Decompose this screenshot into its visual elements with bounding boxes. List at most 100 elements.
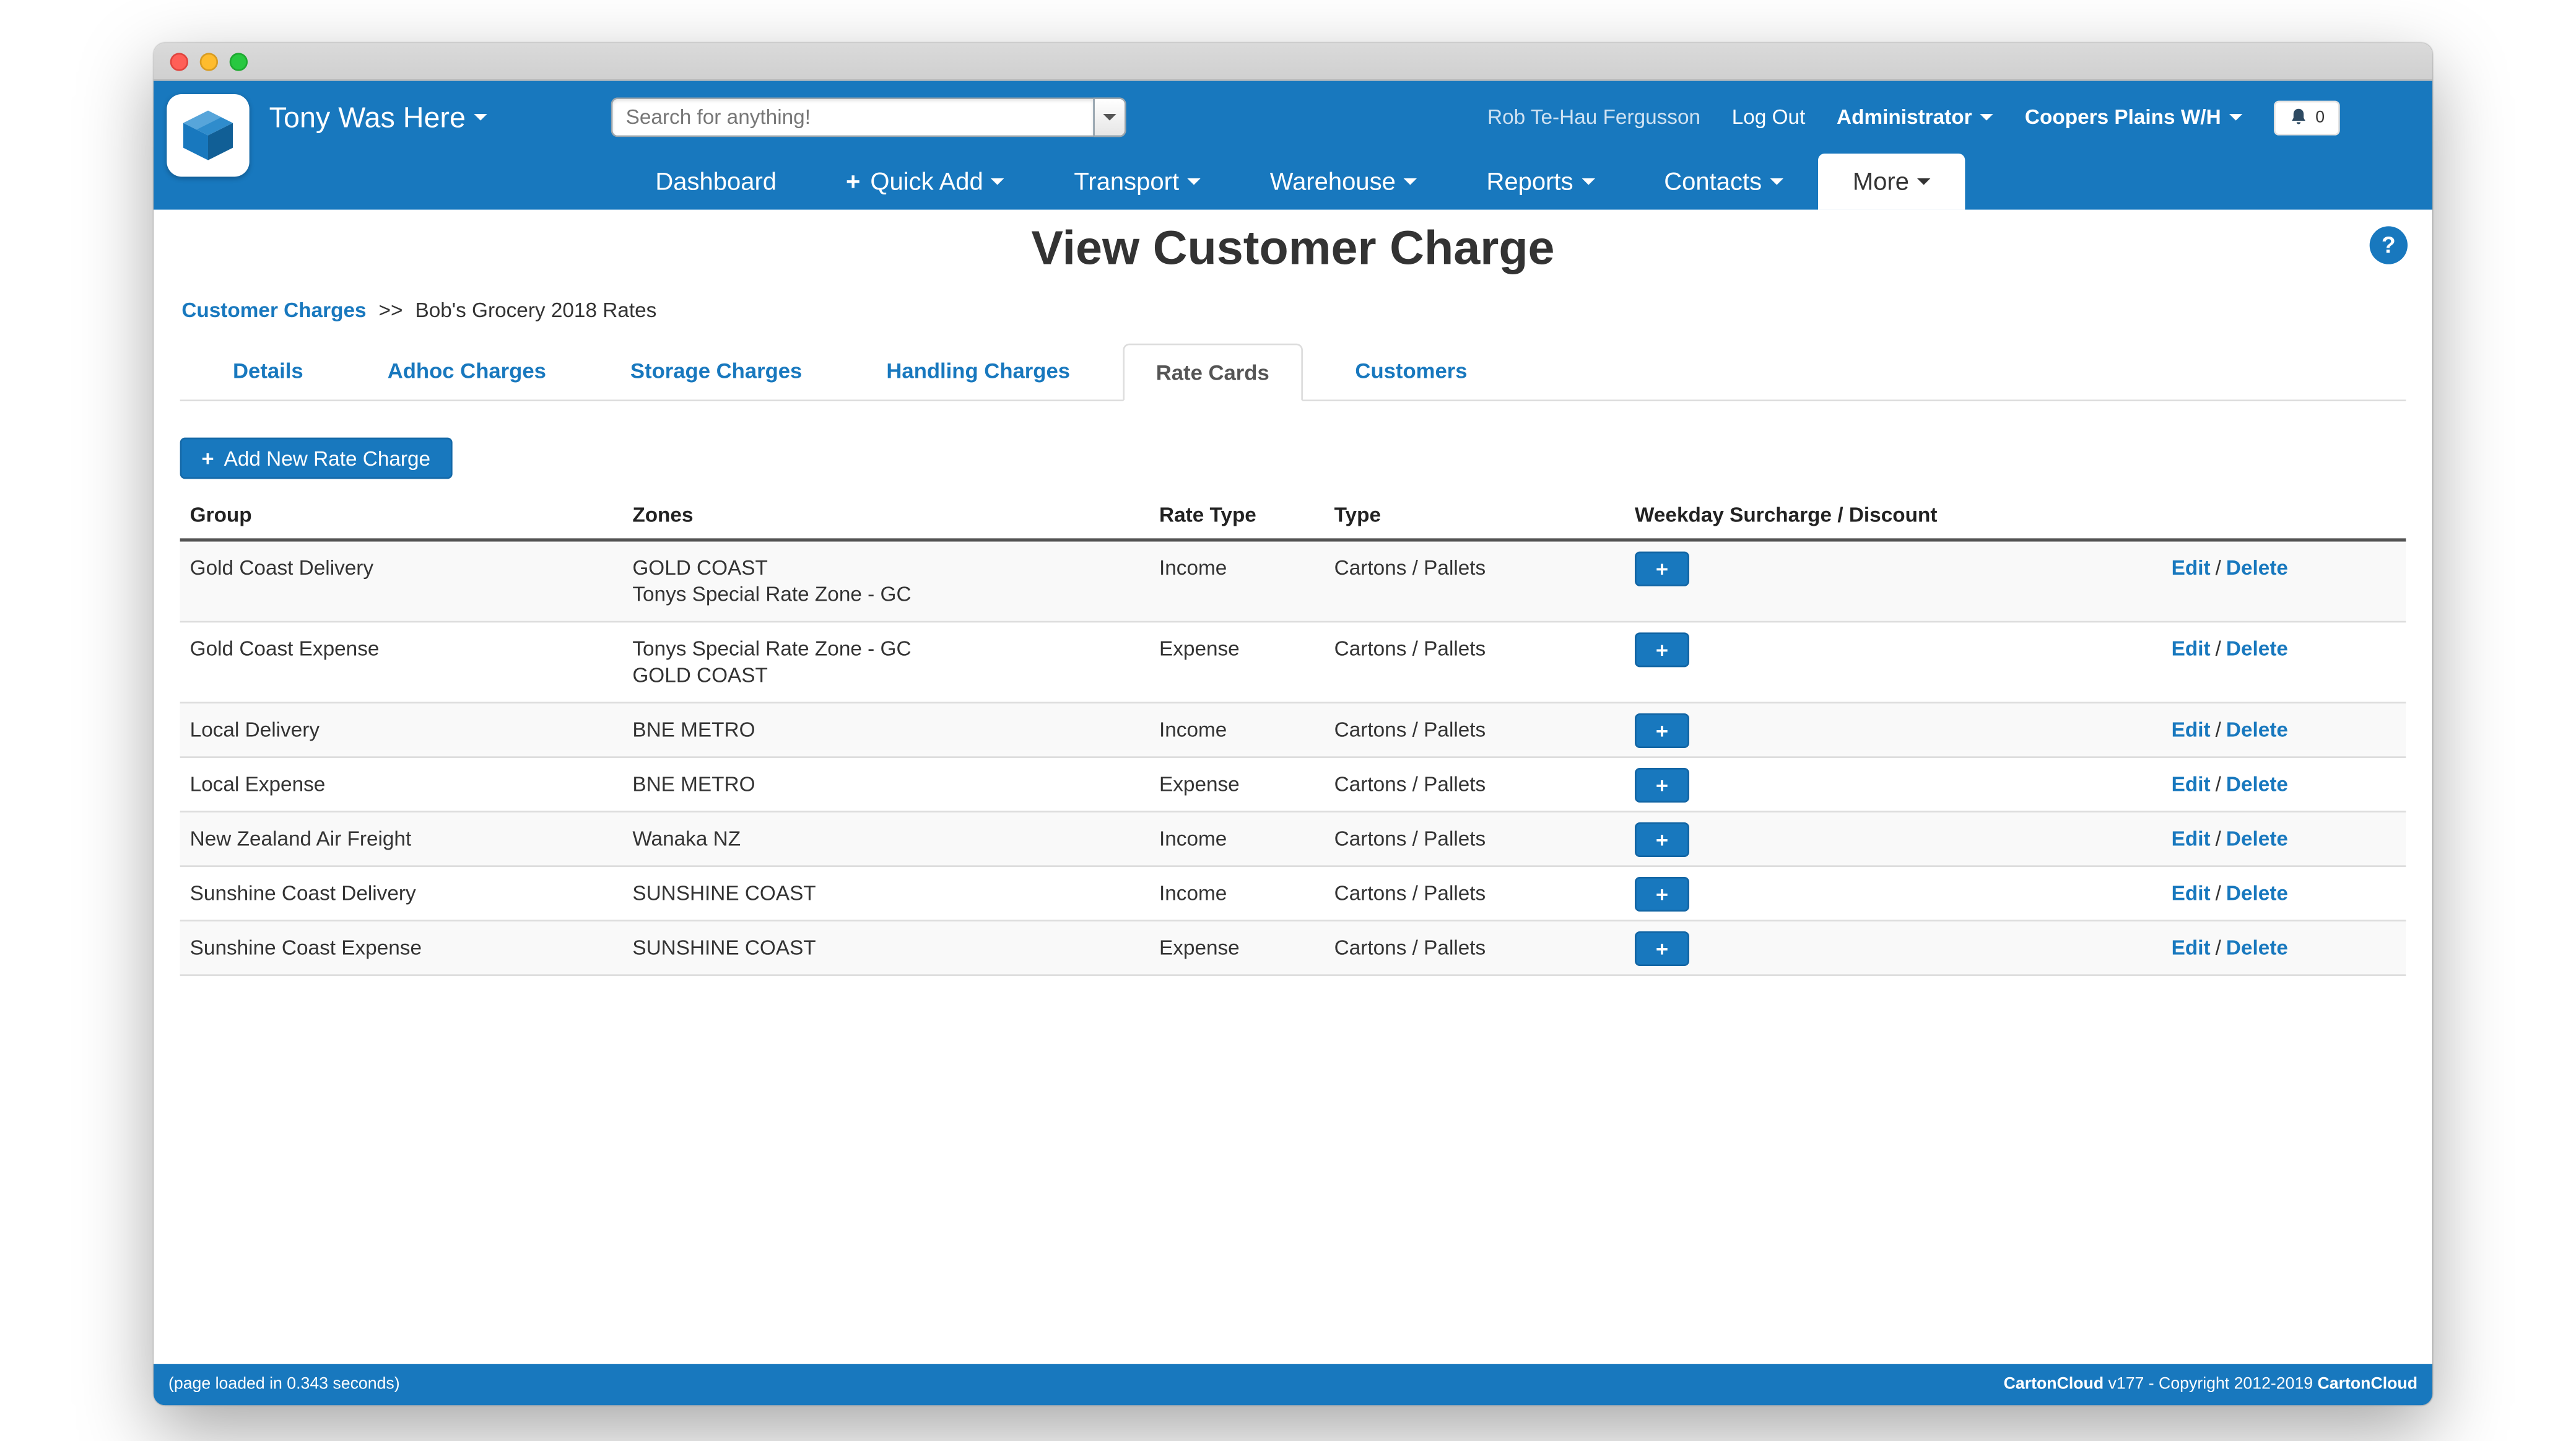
zones-cell: Wanaka NZ [622, 812, 1149, 865]
zone-line: BNE METRO [632, 773, 755, 796]
delete-link[interactable]: Delete [2226, 936, 2288, 959]
delete-link[interactable]: Delete [2226, 718, 2288, 741]
actions-cell: Edit / Delete [2162, 542, 2414, 621]
table-row: Gold Coast Delivery GOLD COAST Tonys Spe… [180, 541, 2406, 623]
type-cell: Cartons / Pallets [1334, 718, 1486, 742]
action-separator: / [2215, 773, 2221, 796]
breadcrumb-customer-charges-link[interactable]: Customer Charges [181, 299, 366, 322]
logout-link[interactable]: Log Out [1732, 106, 1806, 129]
app-window: Tony Was Here Rob Te-Hau Fergusson Log O… [154, 43, 2433, 1406]
tab-storage-charges[interactable]: Storage Charges [599, 344, 833, 400]
table-header-row: Group Zones Rate Type Type Weekday Surch… [180, 495, 2406, 542]
edit-link[interactable]: Edit [2172, 827, 2211, 850]
nav-dashboard[interactable]: Dashboard [620, 154, 811, 210]
breadcrumb: Customer Charges >> Bob's Grocery 2018 R… [180, 299, 2406, 322]
header-user-area: Rob Te-Hau Fergusson Log Out Administrat… [1487, 100, 2416, 135]
action-separator: / [2215, 882, 2221, 905]
type-cell: Cartons / Pallets [1334, 936, 1486, 960]
weekday-cell: + [1625, 812, 2162, 865]
delete-link[interactable]: Delete [2226, 557, 2288, 580]
group-cell: Gold Coast Delivery [189, 556, 374, 580]
add-weekday-surcharge-button[interactable]: + [1635, 551, 1690, 586]
nav-label: Contacts [1664, 167, 1762, 196]
table-row: Gold Coast Expense Tonys Special Rate Zo… [180, 622, 2406, 704]
delete-link[interactable]: Delete [2226, 827, 2288, 850]
zone-line: SUNSHINE COAST [632, 936, 816, 960]
nav-warehouse[interactable]: Warehouse [1235, 154, 1452, 210]
nav-label: Warehouse [1269, 167, 1396, 196]
notification-count: 0 [2315, 108, 2325, 127]
add-weekday-surcharge-button[interactable]: + [1635, 632, 1690, 668]
edit-link[interactable]: Edit [2172, 557, 2211, 580]
app-footer: (page loaded in 0.343 seconds) CartonClo… [154, 1364, 2433, 1406]
tab-details[interactable]: Details [201, 344, 334, 400]
search-input[interactable] [611, 97, 1094, 137]
global-search [611, 97, 1126, 137]
nav-label: Quick Add [870, 167, 983, 196]
breadcrumb-current: Bob's Grocery 2018 Rates [415, 298, 657, 323]
nav-reports[interactable]: Reports [1452, 154, 1630, 210]
search-dropdown-button[interactable] [1093, 97, 1126, 137]
zones-cell: BNE METRO [622, 758, 1149, 811]
zone-line: BNE METRO [632, 718, 755, 742]
add-weekday-surcharge-button[interactable]: + [1635, 713, 1690, 749]
add-new-rate-charge-button[interactable]: + Add New Rate Charge [180, 437, 452, 479]
table-row: Local Delivery BNE METRO Income Cartons … [180, 703, 2406, 759]
weekday-cell: + [1625, 542, 2162, 621]
brand-label: Tony Was Here [269, 100, 466, 133]
group-cell: New Zealand Air Freight [189, 827, 412, 851]
weekday-cell: + [1625, 758, 2162, 811]
add-weekday-surcharge-button[interactable]: + [1635, 877, 1690, 912]
administrator-menu[interactable]: Administrator [1837, 106, 1994, 129]
zone-line: Tonys Special Rate Zone - GC [632, 583, 912, 606]
table-body: Gold Coast Delivery GOLD COAST Tonys Spe… [180, 541, 2406, 977]
delete-link[interactable]: Delete [2226, 637, 2288, 660]
app-header: Tony Was Here Rob Te-Hau Fergusson Log O… [154, 81, 2433, 210]
edit-link[interactable]: Edit [2172, 718, 2211, 741]
zone-line: Wanaka NZ [632, 827, 741, 851]
help-icon[interactable]: ? [2369, 226, 2408, 264]
nav-more[interactable]: More [1817, 154, 1965, 210]
edit-link[interactable]: Edit [2172, 936, 2211, 959]
edit-link[interactable]: Edit [2172, 773, 2211, 796]
chevron-down-icon [1980, 114, 1994, 121]
action-separator: / [2215, 556, 2221, 580]
zoom-window-button[interactable] [229, 52, 248, 71]
cartoncloud-logo[interactable] [167, 94, 250, 177]
notifications-button[interactable]: 0 [2274, 100, 2340, 135]
table-row: Local Expense BNE METRO Expense Cartons … [180, 758, 2406, 813]
minimize-window-button[interactable] [199, 52, 219, 71]
rate-type-cell: Expense [1159, 637, 1240, 661]
tab-rate-cards[interactable]: Rate Cards [1123, 343, 1303, 402]
chevron-down-icon [1404, 178, 1417, 185]
add-weekday-surcharge-button[interactable]: + [1635, 931, 1690, 967]
rate-type-cell: Income [1159, 718, 1227, 742]
tab-customers[interactable]: Customers [1324, 344, 1499, 400]
warehouse-menu[interactable]: Coopers Plains W/H [2025, 106, 2243, 129]
edit-link[interactable]: Edit [2172, 882, 2211, 905]
edit-link[interactable]: Edit [2172, 637, 2211, 660]
bell-icon [2289, 107, 2309, 127]
nav-transport[interactable]: Transport [1039, 154, 1235, 210]
type-cell: Cartons / Pallets [1334, 882, 1486, 905]
nav-label: More [1852, 167, 1910, 196]
brand-menu[interactable]: Tony Was Here [269, 100, 487, 134]
add-button-label: Add New Rate Charge [224, 446, 431, 470]
add-weekday-surcharge-button[interactable]: + [1635, 822, 1690, 858]
tab-handling-charges[interactable]: Handling Charges [855, 344, 1102, 400]
rate-cards-table: Group Zones Rate Type Type Weekday Surch… [180, 495, 2406, 977]
tab-adhoc-charges[interactable]: Adhoc Charges [356, 344, 578, 400]
actions-cell: Edit / Delete [2162, 867, 2414, 920]
nav-quick-add[interactable]: + Quick Add [811, 154, 1039, 210]
add-weekday-surcharge-button[interactable]: + [1635, 768, 1690, 803]
zones-cell: SUNSHINE COAST [622, 921, 1149, 974]
tab-bar: Details Adhoc Charges Storage Charges Ha… [180, 343, 2406, 402]
delete-link[interactable]: Delete [2226, 882, 2288, 905]
nav-contacts[interactable]: Contacts [1629, 154, 1818, 210]
stage: Tony Was Here Rob Te-Hau Fergusson Log O… [0, 0, 2576, 1441]
delete-link[interactable]: Delete [2226, 773, 2288, 796]
weekday-cell: + [1625, 921, 2162, 974]
close-window-button[interactable] [170, 52, 189, 71]
zones-cell: GOLD COAST Tonys Special Rate Zone - GC [622, 542, 1149, 621]
group-cell: Sunshine Coast Expense [189, 936, 422, 960]
